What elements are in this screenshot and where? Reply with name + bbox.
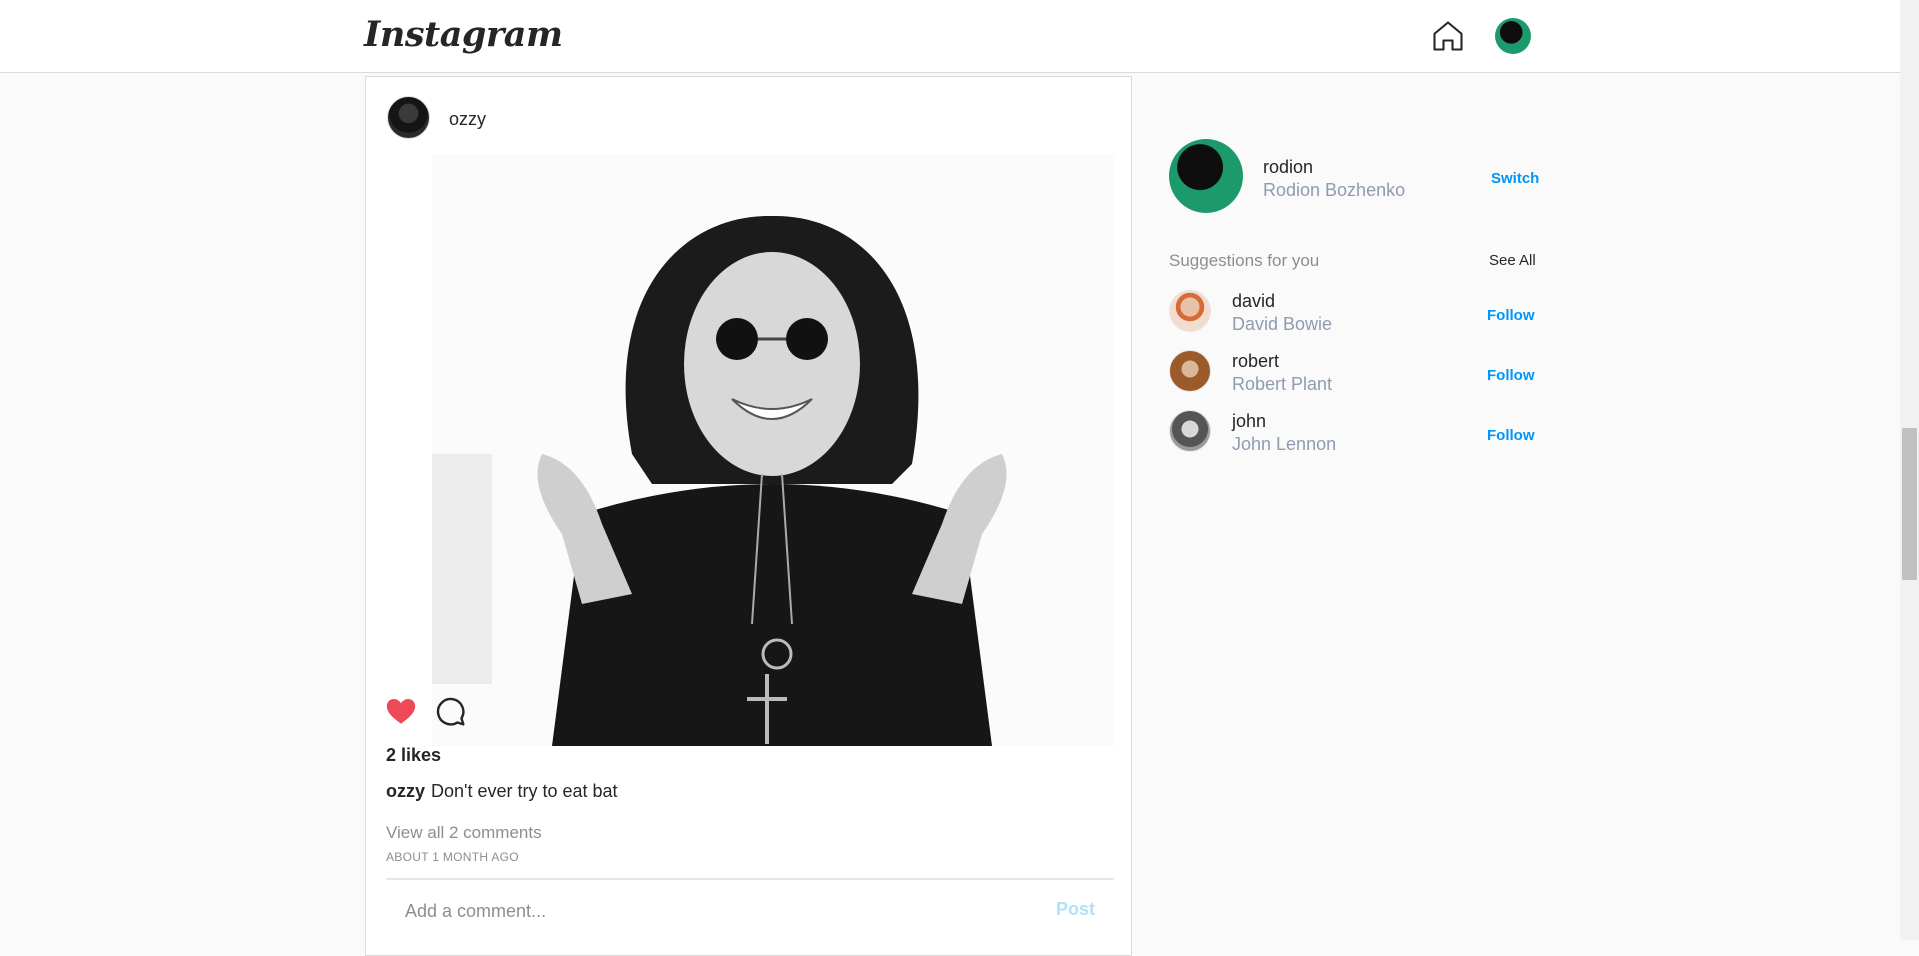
suggestion-avatar[interactable]	[1169, 290, 1211, 332]
add-comment-input[interactable]	[403, 896, 1007, 926]
suggestion-avatar[interactable]	[1169, 410, 1211, 452]
suggestion-item: david David Bowie Follow	[1169, 290, 1539, 340]
caption-text: Don't ever try to eat bat	[431, 781, 618, 801]
caption-username[interactable]: ozzy	[386, 781, 425, 801]
suggestion-username[interactable]: john	[1232, 411, 1266, 432]
suggestions-title: Suggestions for you	[1169, 251, 1320, 270]
current-user-avatar[interactable]	[1169, 139, 1243, 213]
see-all-link[interactable]: See All	[1489, 252, 1536, 269]
suggestion-username[interactable]: robert	[1232, 351, 1279, 372]
post-comment-button[interactable]: Post	[1056, 899, 1095, 920]
like-heart-icon[interactable]	[384, 694, 418, 728]
post-caption: ozzy Don't ever try to eat bat	[386, 781, 618, 802]
post-author-avatar[interactable]	[387, 96, 430, 139]
follow-button[interactable]: Follow	[1487, 427, 1535, 444]
suggestion-fullname: John Lennon	[1232, 434, 1337, 454]
post-photo-illustration	[432, 154, 1115, 746]
post-timestamp: ABOUT 1 MONTH AGO	[386, 850, 519, 864]
suggestion-item: john John Lennon Follow	[1169, 410, 1539, 460]
current-user-username[interactable]: rodion	[1263, 157, 1313, 178]
view-all-comments-link[interactable]: View all 2 comments	[386, 823, 542, 843]
divider	[386, 878, 1114, 880]
right-sidebar: rodion Rodion Bozhenko Switch Suggestion…	[1169, 0, 1539, 940]
switch-account-button[interactable]: Switch	[1491, 170, 1539, 187]
suggestion-fullname: David Bowie	[1232, 314, 1333, 334]
likes-count[interactable]: 2 likes	[386, 745, 441, 766]
page-scrollbar[interactable]	[1900, 0, 1919, 940]
comment-icon[interactable]	[434, 695, 466, 727]
top-nav-bar: Instagram	[0, 0, 1900, 73]
post-image[interactable]	[432, 154, 1115, 746]
post-author-username[interactable]: ozzy	[449, 109, 486, 130]
follow-button[interactable]: Follow	[1487, 307, 1535, 324]
suggestion-avatar[interactable]	[1169, 350, 1211, 392]
instagram-logo[interactable]: Instagram	[364, 14, 563, 55]
scrollbar-thumb[interactable]	[1902, 428, 1917, 580]
follow-button[interactable]: Follow	[1487, 367, 1535, 384]
suggestion-item: robert Robert Plant Follow	[1169, 350, 1539, 400]
suggestion-fullname: Robert Plant	[1232, 374, 1333, 394]
suggestion-username[interactable]: david	[1232, 291, 1275, 312]
post-card: ozzy 2 likes ozzy Don't ever try to eat b…	[365, 76, 1132, 956]
current-user-fullname: Rodion Bozhenko	[1263, 180, 1406, 200]
